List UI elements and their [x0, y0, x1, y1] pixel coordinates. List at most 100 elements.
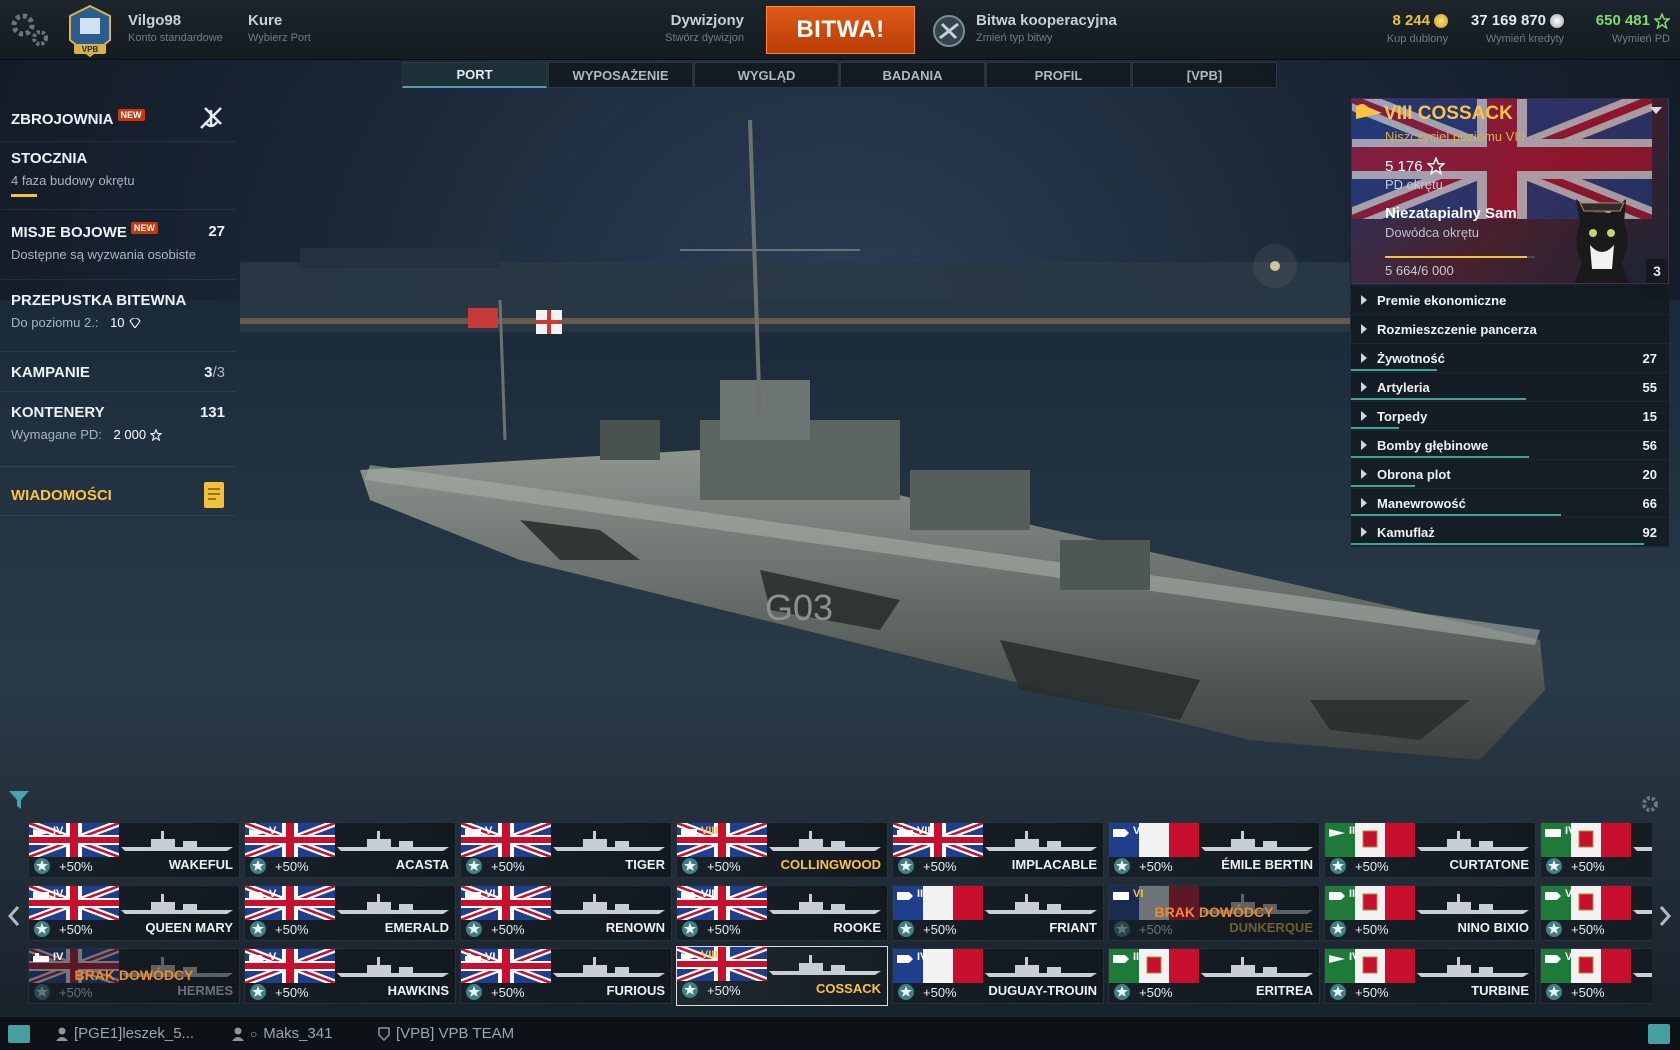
- tab-equipment[interactable]: WYPOSAŻENIE: [548, 62, 693, 88]
- ship-card[interactable]: V +50%: [1540, 948, 1652, 1004]
- xp-bonus-star-icon: [1546, 984, 1562, 1000]
- menu-messages[interactable]: WIADOMOŚCI: [0, 466, 236, 516]
- chat-icon[interactable]: [8, 1025, 30, 1043]
- ship-card[interactable]: III +50% FRIANT: [892, 885, 1104, 941]
- ship-card[interactable]: II +50% CURTATONE: [1324, 822, 1536, 878]
- xp-bonus: +50%: [1571, 859, 1605, 874]
- ship-card[interactable]: V +50% HAWKINS: [244, 948, 456, 1004]
- ship-name: CURTATONE: [1449, 857, 1529, 872]
- ship-tier: VIII: [701, 825, 718, 837]
- bottom-chat-bar: [PGE1]leszek_5... ○ Maks_341 [VPB] VPB TE…: [0, 1016, 1680, 1050]
- tab-research[interactable]: BADANIA: [840, 62, 985, 88]
- ship-tier: IV: [53, 888, 64, 900]
- ship-card[interactable]: IV +50% DUGUAY-TROUIN: [892, 948, 1104, 1004]
- ship-type-dd-icon: [1329, 955, 1345, 963]
- notifications-bell-icon[interactable]: [1648, 1024, 1670, 1044]
- ship-name: ROOKE: [833, 920, 881, 935]
- ship-card[interactable]: VIII +50% COSSACK: [676, 946, 888, 1006]
- ship-type-dd-icon: [681, 953, 697, 961]
- ship-card[interactable]: VIII +50% COLLINGWOOD: [676, 822, 888, 878]
- ship-dropdown-chevron-icon[interactable]: [1650, 107, 1662, 114]
- gem-icon: [128, 317, 141, 328]
- carousel-left-arrow-icon[interactable]: [6, 904, 22, 928]
- hull-number: G03: [765, 587, 833, 628]
- ship-stat-row[interactable]: Bomby głębinowe 56: [1351, 431, 1669, 460]
- ship-card[interactable]: VIII +50% IMPLACABLE: [892, 822, 1104, 878]
- coop-battle-icon[interactable]: [932, 14, 966, 48]
- user-account[interactable]: Vilgo98 Konto standardowe: [128, 12, 223, 44]
- ship-stat-row[interactable]: Manewrowość 66: [1351, 489, 1669, 518]
- menu-shipyard[interactable]: STOCZNIA 4 faza budowy okrętu: [0, 142, 236, 210]
- filter-icon[interactable]: [8, 790, 30, 810]
- doubloons[interactable]: 8 244 Kup dublony: [1368, 12, 1448, 45]
- ship-card[interactable]: VI +50% DUNKERQUE BRAK DOWÓDCY: [1108, 885, 1320, 941]
- ship-silhouette-icon: [121, 894, 233, 914]
- tab-clan[interactable]: [VPB]: [1132, 62, 1277, 88]
- ship-stat-row[interactable]: Torpedy 15: [1351, 402, 1669, 431]
- stat-bar: [1351, 369, 1437, 371]
- ship-card[interactable]: IV +50% QUEEN MARY: [28, 885, 240, 941]
- tab-appearance[interactable]: WYGLĄD: [694, 62, 839, 88]
- ship-card[interactable]: VII +50% ROOKE: [676, 885, 888, 941]
- tab-port[interactable]: PORT: [402, 62, 547, 88]
- xp-bonus-star-icon: [1330, 858, 1346, 874]
- ship-card[interactable]: V +50%: [1540, 885, 1652, 941]
- ship-card[interactable]: IV +50% TURBINE: [1324, 948, 1536, 1004]
- ship-stats-list: Premie ekonomiczne Rozmieszczenie pancerz…: [1351, 286, 1669, 547]
- battle-pass-title: PRZEPUSTKA BITEWNA: [11, 292, 187, 309]
- division-button[interactable]: Dywizjony Stwórz dywizjon: [620, 12, 744, 44]
- menu-campaigns[interactable]: KAMPANIE 3/3: [0, 352, 236, 392]
- expand-triangle-icon: [1361, 324, 1367, 334]
- ship-card[interactable]: V +50% ACASTA: [244, 822, 456, 878]
- ship-class: Niszczyciel poziomu VIII: [1385, 129, 1526, 144]
- commander-role: Dowódca okrętu: [1385, 225, 1479, 240]
- battle-type-label: Bitwa kooperacyjna: [976, 12, 1117, 29]
- ship-card[interactable]: IV +50% HERMES BRAK DOWÓDCY: [28, 948, 240, 1004]
- ship-stat-row[interactable]: Kamuflaż 92: [1351, 518, 1669, 547]
- menu-armory[interactable]: ZBROJOWNIA NEW: [0, 96, 236, 142]
- ship-card[interactable]: VI +50% RENOWN: [460, 885, 672, 941]
- ship-stat-row[interactable]: Artyleria 55: [1351, 373, 1669, 402]
- menu-containers[interactable]: KONTENERY 131 Wymagane PD: 2 000: [0, 392, 236, 456]
- ship-card[interactable]: V +50% ÉMILE BERTIN: [1108, 822, 1320, 878]
- xp-bonus: +50%: [59, 922, 93, 937]
- menu-battle-pass[interactable]: PRZEPUSTKA BITEWNA Do poziomu 2.: 10: [0, 280, 236, 352]
- expand-triangle-icon: [1361, 411, 1367, 421]
- ship-stat-row[interactable]: Premie ekonomiczne: [1351, 286, 1669, 315]
- ship-card[interactable]: IV +50% WAKEFUL: [28, 822, 240, 878]
- no-commander-warning: BRAK DOWÓDCY: [74, 967, 194, 983]
- xp-bonus-star-icon: [466, 858, 482, 874]
- port-selector[interactable]: Kure Wybierz Port: [248, 12, 311, 44]
- ship-card[interactable]: II +50% ERITREA: [1108, 948, 1320, 1004]
- ship-silhouette-icon: [985, 894, 1097, 914]
- ship-card[interactable]: VI +50% FURIOUS: [460, 948, 672, 1004]
- ship-card[interactable]: V +50% EMERALD: [244, 885, 456, 941]
- ship-tier: IV: [1349, 951, 1360, 963]
- expand-triangle-icon: [1361, 440, 1367, 450]
- ship-stat-row[interactable]: Rozmieszczenie pancerza: [1351, 315, 1669, 344]
- menu-combat-missions[interactable]: MISJE BOJOWE NEW 27 Dostępne są wyzwania o…: [0, 210, 236, 280]
- free-xp[interactable]: 650 481 Wymień PD: [1580, 12, 1670, 45]
- battle-button[interactable]: BITWA!: [766, 6, 915, 54]
- clan-badge-icon[interactable]: VPB: [66, 4, 114, 58]
- contact-2[interactable]: ○ Maks_341: [232, 1025, 332, 1042]
- xp-bonus-star-icon: [34, 858, 50, 874]
- ship-stat-row[interactable]: Żywotność 27: [1351, 344, 1669, 373]
- ship-tier: V: [269, 951, 277, 963]
- tab-profile[interactable]: PROFIL: [986, 62, 1131, 88]
- credits[interactable]: 37 169 870 Wymień kredyty: [1462, 12, 1564, 45]
- ship-carousel: IV +50% WAKEFUL V +50% ACASTA V +50% TIGER VIII +5…: [28, 822, 1652, 1008]
- settings-gear-icon[interactable]: [8, 10, 50, 48]
- contact-1[interactable]: [PGE1]leszek_5...: [56, 1025, 194, 1042]
- clan-channel[interactable]: [VPB] VPB TEAM: [378, 1025, 514, 1042]
- ship-header[interactable]: VIII COSSACK Niszczyciel poziomu VIII 5 …: [1351, 98, 1669, 284]
- carousel-settings-gear-icon[interactable]: [1640, 794, 1660, 814]
- battle-type-selector[interactable]: Bitwa kooperacyjna Zmień typ bitwy: [976, 12, 1117, 44]
- ship-card[interactable]: V +50% TIGER: [460, 822, 672, 878]
- ship-card[interactable]: III +50% NINO BIXIO: [1324, 885, 1536, 941]
- user-icon: [232, 1027, 244, 1041]
- ship-tier: IV: [53, 951, 64, 963]
- ship-stat-row[interactable]: Obrona plot 20: [1351, 460, 1669, 489]
- ship-card[interactable]: IV +50%: [1540, 822, 1652, 878]
- carousel-right-arrow-icon[interactable]: [1657, 904, 1673, 928]
